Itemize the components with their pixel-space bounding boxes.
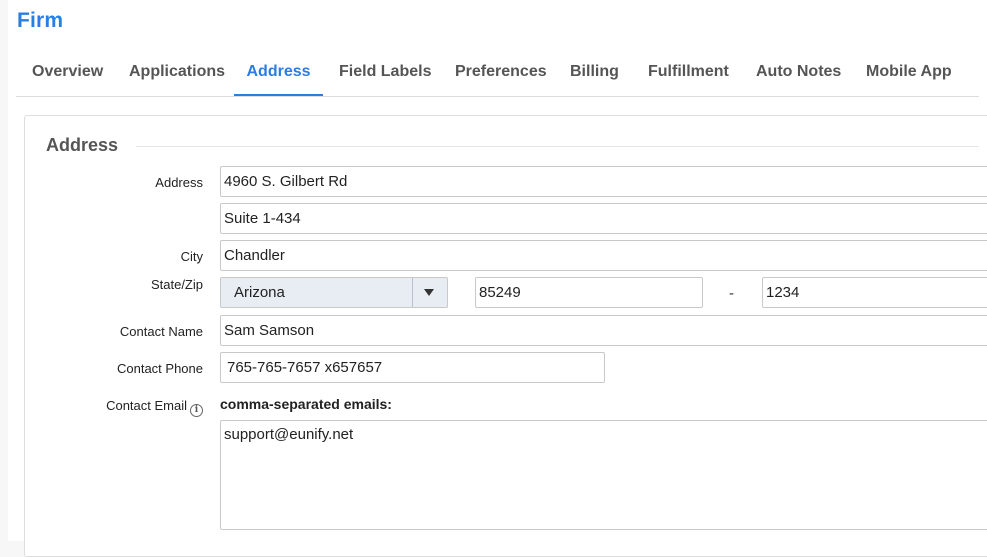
zip-ext-input[interactable]: 1234 bbox=[762, 277, 987, 308]
tab-overview[interactable]: Overview bbox=[32, 50, 103, 95]
address-label: Address bbox=[155, 175, 203, 190]
city-label: City bbox=[180, 249, 203, 264]
section-divider bbox=[46, 146, 979, 147]
contact-name-label: Contact Name bbox=[119, 324, 203, 339]
contact-phone-input[interactable]: 765-765-7657 x657657 bbox=[220, 352, 605, 383]
page-title: Firm bbox=[17, 9, 64, 32]
info-icon[interactable]: i bbox=[190, 404, 203, 417]
tab-billing[interactable]: Billing bbox=[570, 50, 619, 95]
zip-separator: - bbox=[729, 285, 734, 302]
contact-email-label: Contact Email bbox=[106, 398, 187, 413]
contact-phone-label: Contact Phone bbox=[116, 361, 203, 376]
state-select-value: Arizona bbox=[234, 284, 285, 301]
tab-address[interactable]: Address bbox=[234, 50, 323, 96]
address-line2-input[interactable]: Suite 1-434 bbox=[220, 203, 987, 234]
state-select[interactable]: Arizona bbox=[220, 277, 448, 308]
city-input[interactable]: Chandler bbox=[220, 240, 987, 271]
tab-bar: Overview Applications Address Field Labe… bbox=[16, 50, 979, 97]
tab-fulfillment[interactable]: Fulfillment bbox=[648, 50, 729, 95]
tab-auto-notes[interactable]: Auto Notes bbox=[756, 50, 841, 95]
address-line1-input[interactable]: 4960 S. Gilbert Rd bbox=[220, 166, 987, 197]
tab-preferences[interactable]: Preferences bbox=[455, 50, 547, 95]
contact-name-input[interactable]: Sam Samson bbox=[220, 315, 987, 346]
section-title: Address bbox=[46, 135, 137, 156]
contact-email-textarea[interactable]: support@eunify.net bbox=[220, 420, 987, 530]
state-select-divider bbox=[412, 278, 413, 307]
email-hint: comma-separated emails: bbox=[220, 396, 392, 412]
chevron-down-icon[interactable] bbox=[424, 289, 434, 296]
tab-field-labels[interactable]: Field Labels bbox=[339, 50, 431, 95]
zip-input[interactable]: 85249 bbox=[475, 277, 703, 308]
tab-mobile-app[interactable]: Mobile App bbox=[866, 50, 952, 95]
state-zip-label: State/Zip bbox=[150, 277, 203, 292]
contact-email-label-wrap: Contact Email i bbox=[53, 398, 203, 417]
tab-applications[interactable]: Applications bbox=[129, 50, 225, 95]
